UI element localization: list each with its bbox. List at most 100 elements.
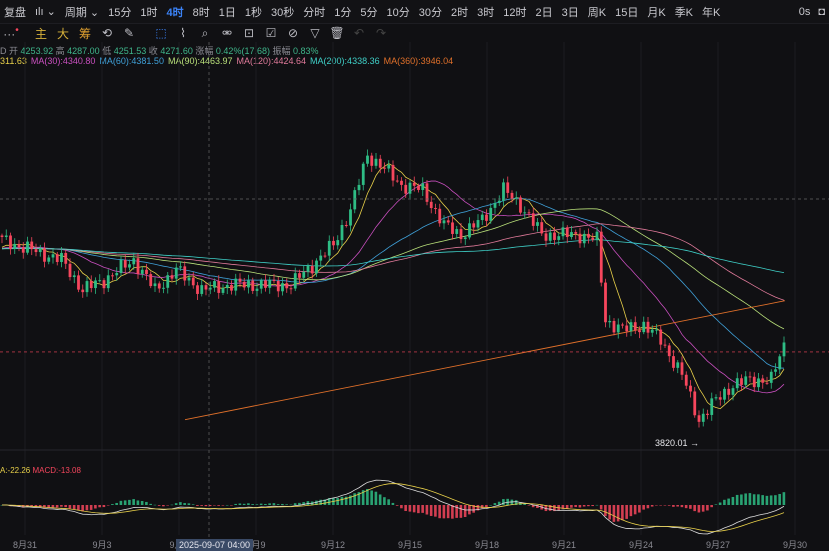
candle-body (650, 329, 654, 333)
candle-body (383, 167, 386, 169)
candle-body (723, 388, 726, 400)
candle-body (306, 265, 310, 272)
candle-body (646, 321, 650, 333)
macd-bar (646, 505, 650, 509)
candle-body (357, 184, 361, 191)
candle-body (179, 266, 182, 268)
candle-body (149, 274, 153, 287)
candle-body (408, 182, 412, 194)
macd-bar (718, 502, 722, 505)
macd-bar (170, 504, 174, 506)
candle-body (349, 209, 352, 226)
candle-body (523, 212, 527, 214)
macd-bar (735, 494, 739, 505)
candle-body (289, 288, 293, 290)
macd-bar (527, 505, 531, 506)
candle-body (217, 281, 221, 293)
candle-body (519, 197, 522, 213)
macd-bar (502, 499, 505, 505)
macd-bar (153, 504, 157, 506)
macd-bar (366, 489, 369, 505)
candle-body (565, 227, 569, 238)
candle-body (421, 183, 425, 190)
candle-body (157, 283, 161, 289)
candle-body (489, 207, 493, 221)
candle-body (412, 182, 416, 186)
ma-line (1, 163, 785, 410)
macd-bar (778, 493, 781, 505)
macd-bar (727, 498, 730, 505)
candle-body (710, 398, 714, 415)
candle-body (332, 240, 335, 246)
candle-body (417, 185, 420, 190)
macd-bar (119, 500, 123, 505)
candle-body (255, 288, 259, 291)
candle-body (123, 259, 127, 268)
x-tick-label: 9月27 (706, 540, 730, 550)
macd-bar (629, 505, 633, 517)
x-tick-label: 8月31 (13, 540, 37, 550)
macd-bar (179, 502, 182, 505)
macd-bar (276, 504, 280, 505)
macd-bar (442, 505, 446, 519)
candle-body (782, 342, 786, 357)
candle-body (587, 233, 590, 238)
candle-body (672, 356, 675, 368)
macd-bar (740, 494, 743, 505)
macd-bar (132, 499, 135, 505)
macd-bar (72, 505, 76, 510)
macd-bar (663, 505, 667, 506)
macd-bar (621, 505, 624, 521)
macd-bar (391, 502, 395, 505)
macd-bar (523, 504, 526, 505)
candle-body (459, 229, 463, 240)
candle-body (77, 275, 80, 290)
macd-bar (446, 505, 450, 519)
candle-body (655, 329, 658, 331)
macd-bar (102, 505, 106, 508)
macd-bar (370, 490, 373, 505)
candle-body (514, 197, 518, 199)
macd-bar (697, 505, 701, 513)
macd-bar (191, 504, 195, 505)
macd-bar (285, 504, 288, 505)
macd-bar (782, 492, 786, 505)
candle-body (502, 182, 505, 201)
macd-bar (650, 505, 654, 507)
macd-bar (710, 505, 713, 508)
macd-bar (374, 491, 378, 505)
candle-body (608, 320, 612, 323)
macd-bar (387, 499, 390, 505)
candle-body (162, 287, 165, 289)
price-chart[interactable]: 8月319月39月69月99月129月159月189月219月249月279月3… (0, 0, 829, 551)
macd-bar (459, 505, 463, 518)
macd-bar (744, 493, 747, 505)
candle-body (451, 222, 454, 234)
macd-bar (680, 505, 684, 508)
candle-body (370, 155, 374, 166)
macd-bar (633, 505, 637, 515)
macd-bar (383, 497, 386, 505)
macd-bar (94, 505, 97, 509)
macd-bar (412, 505, 416, 513)
macd-bar (157, 505, 161, 506)
candle-body (748, 376, 752, 378)
macd-bar (162, 505, 165, 507)
macd-bar (570, 505, 573, 508)
macd-bar (264, 503, 267, 505)
macd-bar (81, 505, 84, 512)
ma-line (1, 180, 785, 394)
candle-body (89, 281, 93, 289)
macd-bar (225, 504, 229, 506)
candle-body (132, 258, 136, 265)
candle-body (612, 320, 616, 333)
candle-body (591, 237, 595, 240)
candle-body (472, 223, 476, 228)
candle-body (13, 243, 17, 250)
macd-bar (599, 505, 603, 510)
candle-body (595, 231, 599, 240)
candle-body (204, 285, 208, 290)
candle-body (527, 212, 531, 214)
candle-body (727, 388, 731, 395)
x-tick-label: 9月15 (398, 540, 422, 550)
